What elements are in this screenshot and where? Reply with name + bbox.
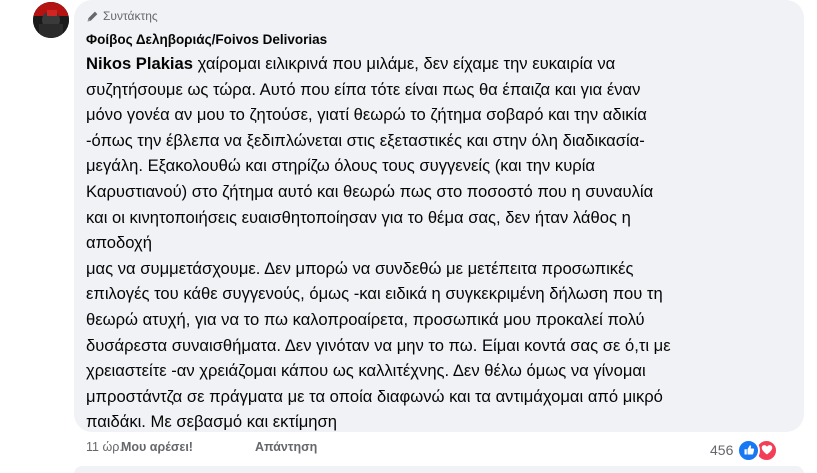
avatar-image — [33, 2, 69, 38]
author-badge: Συντάκτης — [86, 9, 158, 23]
comment-line-text: χαίρομαι ειλικρινά που μιλάμε, δεν είχαμ… — [193, 54, 616, 73]
comment-line: θεωρώ ατυχή, για να το πω καλοπροαίρετα,… — [86, 309, 645, 329]
comment-line: μεγάλη. Εξακολουθώ και στηρίζω όλους του… — [86, 156, 595, 176]
comment-line: μας να συμμετάσχουμε. Δεν μπορώ να συνδε… — [86, 258, 634, 278]
author-name[interactable]: Φοίβος Δεληβοριάς/Foivos Delivorias — [86, 32, 327, 47]
reply-button[interactable]: Απάντηση — [255, 440, 317, 454]
comment-line: -όπως την έβλεπα να ξεδιπλώνεται στις εξ… — [86, 130, 645, 150]
comment-timestamp[interactable]: 11 ώρ. — [86, 440, 123, 454]
reaction-count: 456 — [710, 442, 734, 458]
mention-link[interactable]: Nikos Plakias — [86, 54, 193, 73]
comment-line: αποδοχή — [86, 233, 152, 253]
comment-line: Καρυστιανού) στο ζήτημα αυτό και θεωρώ π… — [86, 181, 654, 201]
comment-page: Συντάκτης Φοίβος Δεληβοριάς/Foivos Deliv… — [0, 0, 817, 473]
comment-line: συζητήσουμε ως τώρα. Αυτό που είπα τότε … — [86, 79, 641, 99]
comment-line: επιλογές του κάθε συγγενούς, όμως -και ε… — [86, 284, 663, 304]
like-button[interactable]: Μου αρέσει! — [121, 440, 193, 454]
reactions-summary[interactable]: 456 — [710, 438, 779, 462]
author-avatar[interactable] — [33, 2, 69, 38]
comment-line: Nikos Plakias χαίρομαι ειλικρινά που μιλ… — [86, 51, 786, 77]
comment-line: παιδάκι. Με σεβασμό και εκτίμηση — [86, 412, 337, 432]
comment-line: και οι κινητοποιήσεις ευαισθητοποίησαν γ… — [86, 207, 631, 227]
comment-line: μπροστάντζα σε πράγματα με τα οποία διαφ… — [86, 386, 663, 406]
comment-line: δυσάρεστα συναισθήματα. Δεν γινόταν να μ… — [86, 335, 671, 355]
author-badge-label: Συντάκτης — [103, 9, 158, 23]
comment-line: χρειαστείτε -αν χρειάζομαι κάπου ως καλλ… — [86, 361, 646, 381]
pencil-icon — [86, 10, 99, 23]
like-reaction-icon — [737, 438, 761, 462]
comment-body: Nikos Plakias χαίρομαι ειλικρινά που μιλ… — [86, 51, 786, 435]
comment-line: μόνο γονέα αν μου το ζητούσε, γιατί θεωρ… — [86, 105, 647, 125]
next-comment-bubble — [74, 466, 804, 473]
